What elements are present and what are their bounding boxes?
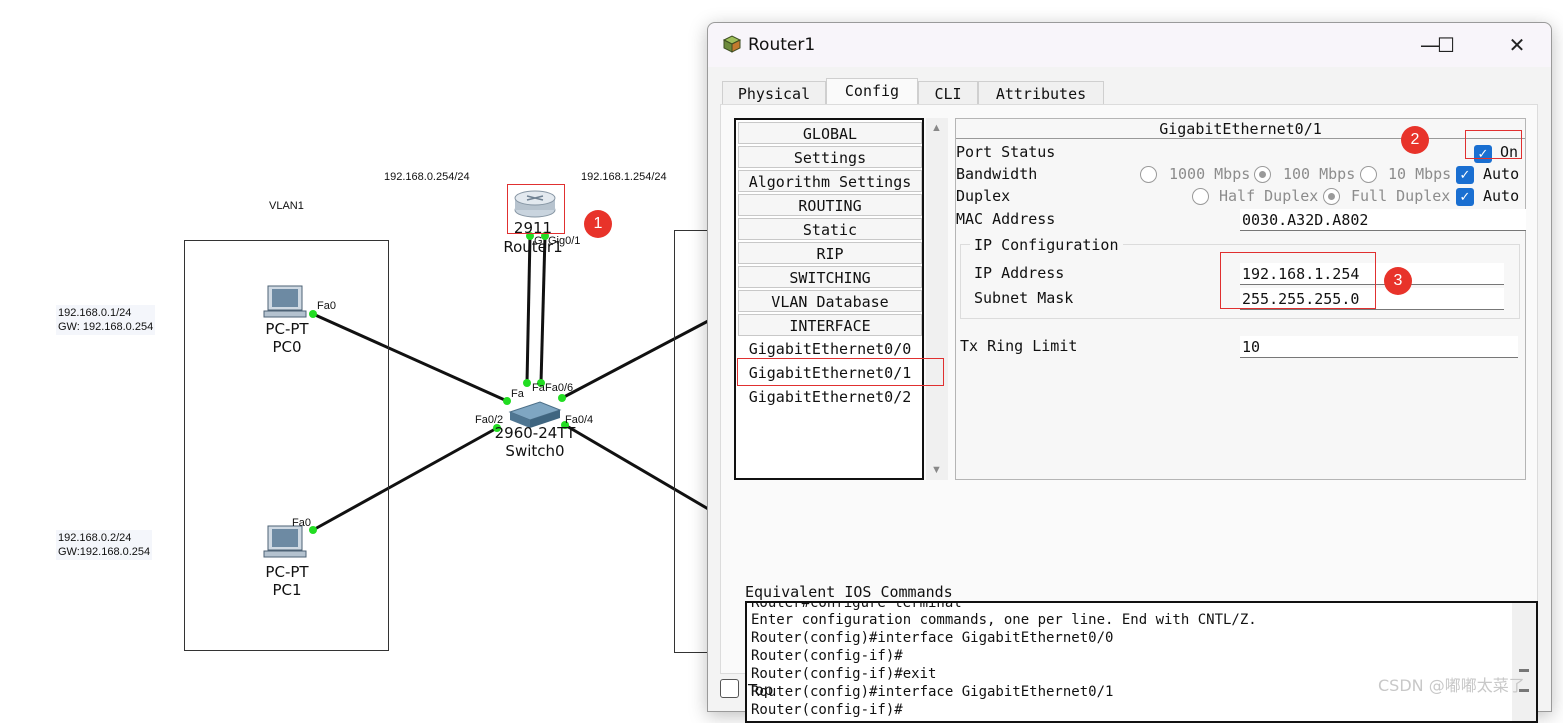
scroll-down-icon[interactable]: ▼ — [931, 464, 942, 476]
bw-1000-radio[interactable] — [1140, 166, 1157, 183]
pc1-type: PC-PT — [265, 563, 309, 581]
pc1-port: Fa0 — [292, 517, 311, 529]
watermark: CSDN @嘟嘟太菜了 — [1378, 676, 1525, 695]
switch-model: 2960-24TT — [494, 424, 576, 442]
port-status-label: Port Status — [956, 143, 1056, 161]
config-nav-list: GLOBAL Settings Algorithm Settings ROUTI… — [734, 118, 924, 480]
tab-physical[interactable]: Physical — [722, 81, 826, 105]
bandwidth-label: Bandwidth — [956, 165, 1038, 183]
nav-gig02[interactable]: GigabitEthernet0/2 — [738, 386, 922, 408]
tab-config[interactable]: Config — [826, 78, 918, 105]
nav-algorithm-settings[interactable]: Algorithm Settings — [738, 170, 922, 192]
link-router-switch-1 — [525, 235, 532, 384]
router-app-icon — [722, 35, 742, 53]
nav-vlan-database[interactable]: VLAN Database — [738, 290, 922, 312]
bw-1000-label: 1000 Mbps — [1169, 165, 1251, 183]
pc0-type: PC-PT — [265, 320, 309, 338]
router-ip-right: 192.168.1.254/24 — [581, 171, 667, 183]
bw-10-label: 10 Mbps — [1388, 165, 1452, 183]
ip-address-label: IP Address — [974, 264, 1065, 282]
ios-line: Router(config)#interface GigabitEthernet… — [751, 684, 1114, 700]
nav-switching[interactable]: SWITCHING — [738, 266, 922, 288]
nav-settings[interactable]: Settings — [738, 146, 922, 168]
close-button[interactable]: ✕ — [1499, 31, 1535, 59]
bw-100-radio[interactable] — [1254, 166, 1271, 183]
bw-auto-checkbox[interactable]: ✓ — [1456, 166, 1474, 184]
badge-3: 3 — [1384, 267, 1412, 295]
switch-port-fa-a: Fa — [511, 388, 524, 400]
interface-header: GigabitEthernet0/1 — [956, 119, 1525, 139]
config-panel: GLOBAL Settings Algorithm Settings ROUTI… — [720, 104, 1538, 723]
ip-highlight — [1220, 252, 1376, 309]
gig01-highlight — [737, 358, 944, 386]
nav-routing[interactable]: ROUTING — [738, 194, 922, 216]
ip-config-label: IP Configuration — [970, 236, 1123, 254]
nav-static[interactable]: Static — [738, 218, 922, 240]
duplex-half-label: Half Duplex — [1219, 187, 1319, 205]
nav-scrollbar[interactable]: ▲ ▼ — [926, 118, 948, 480]
router-highlight — [507, 184, 565, 234]
ios-line: Enter configuration commands, one per li… — [751, 612, 1257, 628]
ios-commands-box[interactable]: Router#configure terminal Enter configur… — [745, 601, 1538, 723]
top-checkbox[interactable] — [720, 679, 739, 698]
tx-ring-label: Tx Ring Limit — [960, 337, 1078, 355]
ios-line: Router(config-if)# — [751, 648, 903, 664]
duplex-full-label: Full Duplex — [1351, 187, 1451, 205]
switch-port-fa06: Fa0/6 — [545, 382, 574, 394]
ios-scrollbar[interactable] — [1512, 603, 1536, 721]
pc1-address-note: 192.168.0.2/24 GW:192.168.0.254 — [56, 530, 153, 560]
tab-attributes[interactable]: Attributes — [978, 81, 1104, 105]
ios-commands-label: Equivalent IOS Commands — [745, 583, 953, 601]
switch-name[interactable]: Switch0 — [488, 442, 582, 460]
ios-line: Router#configure terminal — [751, 601, 962, 611]
pc0-name[interactable]: PC0 — [252, 338, 322, 356]
router-ip-left: 192.168.0.254/24 — [384, 171, 470, 183]
nav-rip[interactable]: RIP — [738, 242, 922, 264]
router-port-gig01: Gig0/1 — [548, 235, 581, 247]
port-status-highlight — [1465, 130, 1522, 159]
top-label: Top — [748, 681, 774, 699]
scroll-up-icon[interactable]: ▲ — [931, 122, 942, 134]
maximize-button[interactable]: ☐ — [1428, 31, 1464, 59]
badge-2: 2 — [1401, 126, 1429, 154]
duplex-auto-checkbox[interactable]: ✓ — [1456, 188, 1474, 206]
nav-global[interactable]: GLOBAL — [738, 122, 922, 144]
title-bar[interactable]: Router1 — ☐ ✕ — [708, 23, 1551, 67]
badge-1: 1 — [584, 210, 612, 238]
window-title: Router1 — [748, 35, 816, 55]
duplex-label: Duplex — [956, 187, 1011, 205]
nav-interface[interactable]: INTERFACE — [738, 314, 922, 336]
vlan-label: VLAN1 — [269, 200, 304, 212]
pc0-address-note: 192.168.0.1/24 GW: 192.168.0.254 — [56, 305, 156, 335]
nav-gig00[interactable]: GigabitEthernet0/0 — [738, 338, 922, 360]
ios-line: Router(config-if)# — [751, 702, 903, 718]
bw-auto-label: Auto — [1483, 165, 1520, 183]
duplex-auto-label: Auto — [1483, 187, 1520, 205]
bw-100-label: 100 Mbps — [1283, 165, 1356, 183]
router-port-g: G — [534, 235, 543, 247]
pc1-name[interactable]: PC1 — [252, 581, 322, 599]
duplex-full-radio[interactable] — [1323, 188, 1340, 205]
bw-10-radio[interactable] — [1360, 166, 1377, 183]
link-router-switch-2 — [539, 235, 547, 384]
pc0-port: Fa0 — [317, 300, 336, 312]
duplex-half-radio[interactable] — [1192, 188, 1209, 205]
switch-port-fa-b: Fa — [532, 382, 545, 394]
ios-line: Router(config)#interface GigabitEthernet… — [751, 630, 1114, 646]
subnet-mask-label: Subnet Mask — [974, 289, 1074, 307]
ios-line: Router(config-if)#exit — [751, 666, 937, 682]
mac-address-field[interactable]: 0030.A32D.A802 — [1240, 209, 1526, 231]
mac-label: MAC Address — [956, 210, 1056, 228]
tab-cli[interactable]: CLI — [918, 81, 978, 105]
tx-ring-field[interactable]: 10 — [1240, 336, 1518, 358]
